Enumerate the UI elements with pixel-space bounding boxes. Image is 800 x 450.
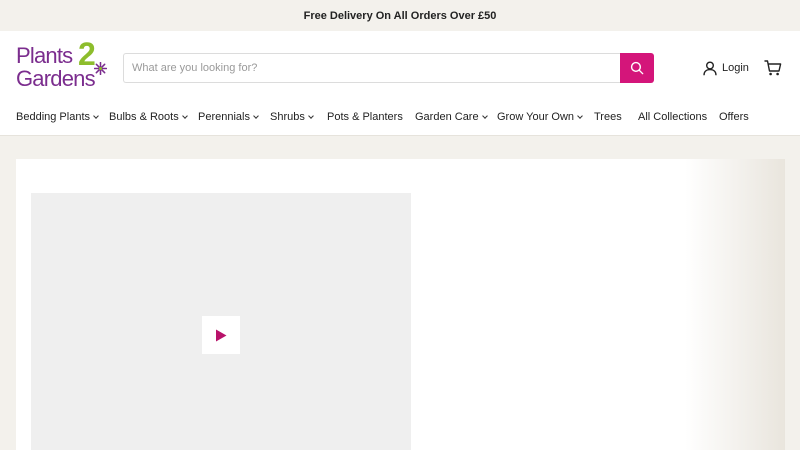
nav-label: Perennials: [198, 111, 250, 123]
nav-label: Shrubs: [270, 111, 305, 123]
play-button[interactable]: [202, 316, 240, 354]
login-label: Login: [722, 62, 749, 74]
nav-item-garden-care[interactable]: Garden Care: [415, 106, 488, 128]
search-form: [123, 53, 654, 83]
nav-item-shrubs[interactable]: Shrubs: [270, 106, 314, 128]
chevron-down-icon: [181, 112, 188, 119]
nav-item-trees[interactable]: Trees: [594, 106, 622, 128]
logo-line-2: Gardens: [16, 66, 96, 91]
nav-item-all-collections[interactable]: All Collections: [638, 106, 707, 128]
nav-item-grow-your-own[interactable]: Grow Your Own: [497, 106, 583, 128]
site-logo[interactable]: Plants 2 Gardens: [16, 37, 112, 95]
nav-label: Offers: [719, 111, 749, 123]
announcement-bar: Free Delivery On All Orders Over £50: [0, 0, 800, 31]
site-header: Plants 2 Gardens Login: [0, 31, 800, 136]
chevron-down-icon: [93, 112, 99, 119]
nav-item-offers[interactable]: Offers: [719, 106, 749, 128]
user-icon: [703, 61, 717, 75]
nav-label: Pots & Planters: [327, 111, 403, 123]
play-icon: [216, 329, 227, 341]
nav-label: Garden Care: [415, 111, 479, 123]
login-link[interactable]: Login: [703, 60, 749, 76]
nav-label: All Collections: [638, 111, 708, 123]
search-icon: [630, 61, 644, 75]
nav-label: Bedding Plants: [16, 111, 90, 123]
main-navigation: Bedding Plants Bulbs & Roots Perennials …: [0, 106, 800, 128]
nav-item-pots-planters[interactable]: Pots & Planters: [327, 106, 403, 128]
announcement-text: Free Delivery On All Orders Over £50: [303, 9, 497, 22]
card-edge-fade: [685, 159, 785, 450]
video-player[interactable]: [31, 193, 411, 450]
hero-card: [16, 159, 785, 450]
chevron-down-icon: [481, 112, 488, 119]
chevron-down-icon: [577, 112, 583, 119]
nav-item-bedding-plants[interactable]: Bedding Plants: [16, 106, 99, 128]
cart-icon[interactable]: [764, 59, 782, 77]
search-button[interactable]: [620, 53, 654, 83]
nav-label: Trees: [594, 111, 622, 123]
chevron-down-icon: [308, 112, 314, 119]
nav-label: Grow Your Own: [497, 111, 575, 123]
nav-item-bulbs-roots[interactable]: Bulbs & Roots: [109, 106, 188, 128]
nav-item-perennials[interactable]: Perennials: [198, 106, 259, 128]
chevron-down-icon: [253, 112, 259, 119]
flower-icon: [94, 62, 107, 75]
nav-label: Bulbs & Roots: [109, 111, 179, 123]
search-input[interactable]: [123, 53, 620, 83]
